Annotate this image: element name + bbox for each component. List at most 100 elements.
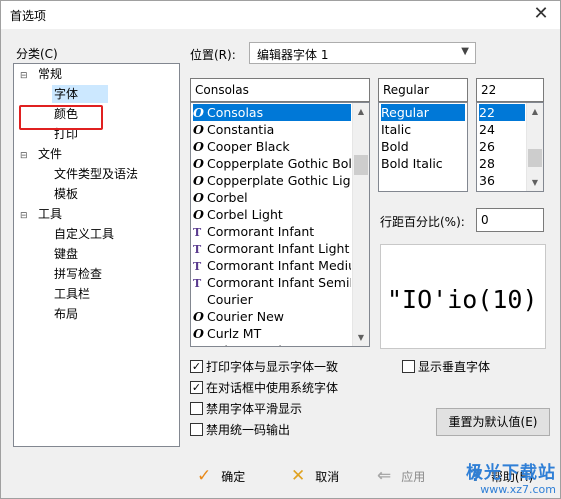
font-list-scrollbar[interactable]: ▲ ▼ [352, 103, 369, 346]
list-item[interactable]: 28 [479, 155, 525, 172]
list-item[interactable]: Bold Italic [381, 155, 465, 172]
opentype-icon: O [193, 173, 204, 188]
tree-item[interactable]: 工具栏 [52, 285, 90, 303]
list-item-label: Courier New [207, 309, 284, 324]
watermark: 极光下载站 www.xz7.com [466, 458, 556, 496]
tree-item[interactable]: 拼写检查 [52, 265, 102, 283]
list-item[interactable]: 26 [479, 138, 525, 155]
list-item[interactable]: T Cormorant Infant Light [193, 240, 351, 257]
list-item-label: Corbel Light [207, 207, 283, 222]
font-style-list[interactable]: Regular Italic Bold Bold Italic [378, 102, 468, 192]
tree-collapse-icon[interactable]: ⊟ [20, 67, 30, 85]
tree-item-label: 布局 [54, 307, 79, 321]
list-item[interactable]: Bold [381, 138, 465, 155]
font-style-input[interactable]: Regular [378, 78, 468, 102]
tree-item[interactable]: ⊟ 文件 [20, 145, 62, 163]
truetype-icon: T [193, 260, 202, 273]
cancel-button[interactable]: ✕ 取消 [291, 466, 339, 486]
print-font-same-checkbox[interactable]: ✓ 打印字体与显示字体一致 [190, 358, 338, 375]
close-icon[interactable]: ✕ [530, 4, 552, 26]
tree-item[interactable]: 模板 [52, 185, 78, 203]
cancel-label: 取消 [315, 469, 340, 484]
scroll-thumb[interactable] [528, 149, 542, 167]
font-preview: "IO'io(10) [380, 244, 546, 349]
font-size-input[interactable]: 22 [476, 78, 544, 102]
tree-item-label: 文件 [38, 147, 63, 161]
disable-unicode-output-checkbox[interactable]: 禁用统一码输出 [190, 421, 290, 438]
position-label: 位置(R): [190, 48, 236, 62]
apply-label: 应用 [401, 469, 426, 484]
scroll-down-icon[interactable]: ▼ [527, 174, 543, 191]
apply-button[interactable]: ⇐ 应用 [377, 466, 425, 486]
scroll-thumb[interactable] [354, 155, 368, 175]
font-name-input[interactable]: Consolas [190, 78, 370, 102]
list-item[interactable]: O Corbel [193, 189, 351, 206]
list-item[interactable]: 22 [479, 104, 525, 121]
font-name-value: Consolas [195, 83, 249, 97]
list-item[interactable]: Italic [381, 121, 465, 138]
list-item[interactable]: O Curlz MT [193, 325, 351, 342]
truetype-icon: T [193, 277, 202, 290]
list-item[interactable]: T Cormorant Infant [193, 223, 351, 240]
checkbox-empty-icon [190, 402, 203, 415]
tree-item[interactable]: 键盘 [52, 245, 78, 263]
system-font-dialog-checkbox[interactable]: ✓ 在对话框中使用系统字体 [190, 379, 338, 396]
cross-icon: ✕ [291, 466, 306, 486]
list-item[interactable]: O Copperplate Gothic Light [193, 172, 351, 189]
scroll-down-icon[interactable]: ▼ [353, 329, 369, 346]
list-item-label: Cormorant Infant SemiBold [207, 275, 351, 290]
list-item-label: Cooper Black [207, 139, 290, 154]
list-item[interactable]: ODejaVu Math TeX Gyre [193, 342, 351, 346]
tree-item[interactable]: 文件类型及语法 [52, 165, 138, 183]
tree-item[interactable]: 字体 [52, 85, 108, 103]
opentype-icon: O [193, 342, 207, 346]
list-item[interactable]: Courier [193, 291, 351, 308]
font-name-list[interactable]: O Consolas O Constantia O Cooper Black O Copper… [190, 102, 370, 347]
show-vertical-font-checkbox[interactable]: 显示垂直字体 [402, 358, 490, 375]
line-spacing-label: 行距百分比(%): [380, 215, 465, 229]
list-item[interactable]: 36 [479, 172, 525, 189]
tree-item[interactable]: ⊟ 常规 [20, 65, 62, 83]
size-list-scrollbar[interactable]: ▲ ▼ [526, 103, 543, 191]
tree-item-label: 工具栏 [54, 287, 91, 301]
list-item-label: Cormorant Infant Light [207, 241, 350, 256]
category-label: 分类(C) [16, 47, 58, 61]
checkbox-checked-icon: ✓ [190, 381, 203, 394]
list-item[interactable]: O Courier New [193, 308, 351, 325]
scroll-up-icon[interactable]: ▲ [353, 103, 369, 120]
list-item[interactable]: T Cormorant Infant SemiBold [193, 274, 351, 291]
list-item[interactable]: O Constantia [193, 121, 351, 138]
position-select[interactable]: 编辑器字体 1 ▼ [249, 42, 476, 64]
font-size-list[interactable]: 22 24 26 28 36 ▲ ▼ [476, 102, 544, 192]
opentype-icon: O [193, 139, 204, 154]
list-item[interactable]: O Copperplate Gothic Bold [193, 155, 351, 172]
list-item-label: Constantia [207, 122, 275, 137]
reset-defaults-button[interactable]: 重置为默认值(E) [436, 408, 550, 436]
list-item-label: Regular [381, 105, 429, 120]
disable-smoothing-checkbox[interactable]: 禁用字体平滑显示 [190, 400, 302, 417]
list-item[interactable]: 24 [479, 121, 525, 138]
tree-item[interactable]: ⊟ 工具 [20, 205, 62, 223]
opentype-icon: O [193, 105, 204, 120]
list-item-label: 36 [479, 173, 495, 188]
list-item[interactable]: Regular [381, 104, 465, 121]
watermark-url: www.xz7.com [480, 483, 556, 496]
line-spacing-input[interactable]: 0 [476, 208, 544, 232]
tree-item[interactable]: 自定义工具 [52, 225, 114, 243]
ok-button[interactable]: ✓ 确定 [197, 466, 245, 486]
scroll-up-icon[interactable]: ▲ [527, 103, 543, 120]
opentype-icon: O [193, 309, 204, 324]
list-item-label: Copperplate Gothic Light [207, 173, 351, 188]
tree-item[interactable]: 布局 [52, 305, 78, 323]
opentype-icon: O [193, 207, 204, 222]
tree-collapse-icon[interactable]: ⊟ [20, 147, 30, 165]
list-item[interactable]: T Cormorant Infant Medium [193, 257, 351, 274]
opentype-icon: O [193, 326, 204, 341]
tree-item-label: 文件类型及语法 [54, 167, 139, 181]
list-item[interactable]: O Cooper Black [193, 138, 351, 155]
tree-collapse-icon[interactable]: ⊟ [20, 207, 30, 225]
back-arrow-icon: ⇐ [377, 466, 392, 486]
list-item[interactable]: O Corbel Light [193, 206, 351, 223]
list-item[interactable]: O Consolas [193, 104, 351, 121]
list-item-label: 22 [479, 105, 495, 120]
